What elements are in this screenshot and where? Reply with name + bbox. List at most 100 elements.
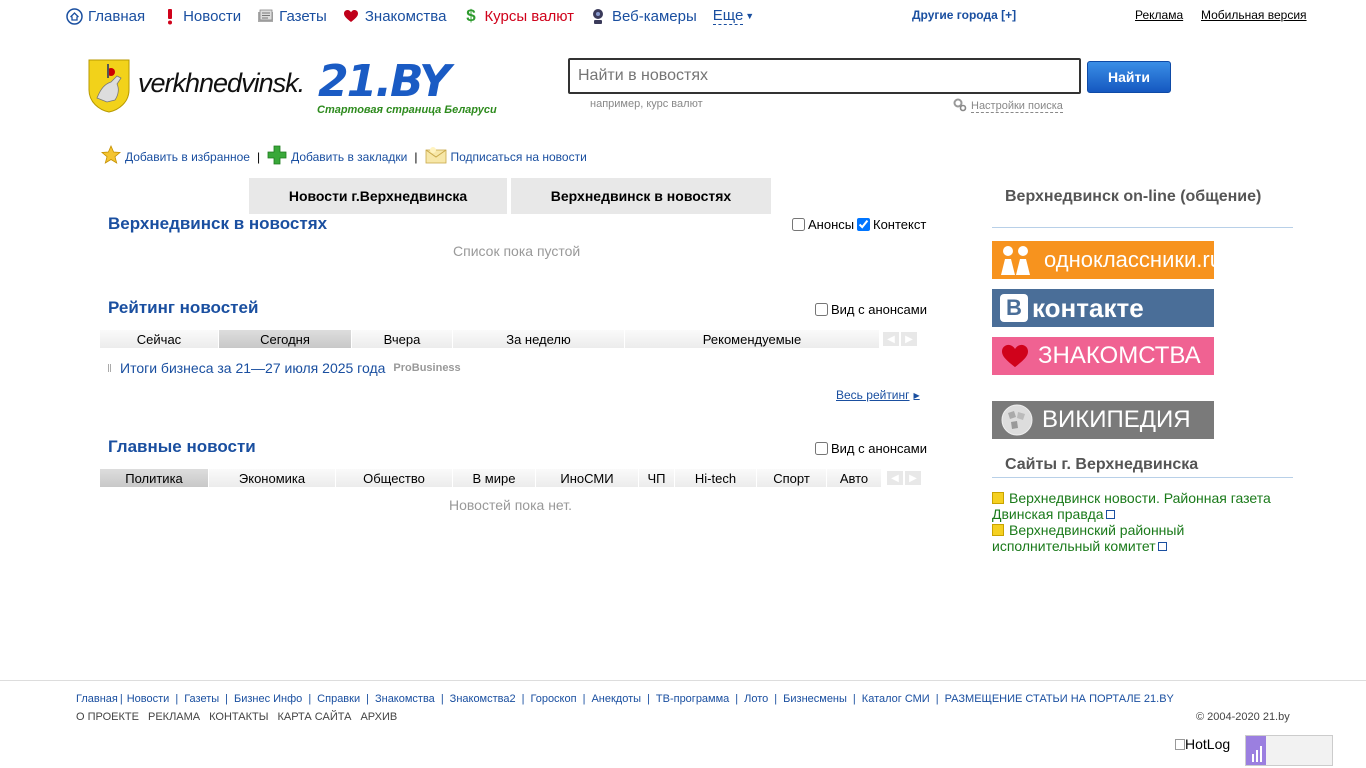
all-rating-link[interactable]: Весь рейтинг ▶ (836, 388, 920, 402)
tab-in-news[interactable]: Верхнедвинск в новостях (511, 178, 771, 214)
rating-tab-week[interactable]: За неделю (453, 330, 625, 348)
footer-link-home[interactable]: Главная (76, 693, 118, 705)
footer-link-place-article[interactable]: РАЗМЕЩЕНИЕ СТАТЬИ НА ПОРТАЛЕ 21.BY (945, 693, 1174, 705)
rating-announcements-checkbox[interactable]: Вид с анонсами (815, 302, 927, 317)
search-settings-link[interactable]: Настройки поиска (953, 98, 1063, 115)
news-tab-hitech[interactable]: Hi-tech (675, 469, 757, 487)
context-checkbox[interactable]: Контекст (857, 217, 926, 232)
arrow-left-icon[interactable]: ◀ (883, 332, 899, 346)
divider (992, 477, 1293, 478)
add-bookmarks-link[interactable]: Добавить в закладки (267, 145, 407, 168)
footer-link-dating[interactable]: Знакомства (375, 693, 435, 705)
search-button[interactable]: Найти (1087, 61, 1171, 93)
brand-logo[interactable]: 21.BY (318, 60, 451, 104)
footer-link-lotto[interactable]: Лото (744, 693, 768, 705)
rating-announcements-label: Вид с анонсами (831, 302, 927, 317)
rating-tabs: Сейчас Сегодня Вчера За неделю Рекоменду… (100, 330, 917, 348)
footer-link-about[interactable]: О ПРОЕКТЕ (76, 711, 139, 723)
subscribe-link[interactable]: Подписаться на новости (425, 146, 587, 167)
nav-dating[interactable]: Знакомства (343, 8, 446, 25)
footer-links: Главная | Новости | Газеты | Бизнес Инфо | С… (76, 693, 1174, 705)
mobile-version-link[interactable]: Мобильная версия (1201, 8, 1307, 22)
copyright: © 2004-2020 21.by (1196, 711, 1290, 723)
context-check[interactable] (857, 218, 870, 231)
announcements-check[interactable] (792, 218, 805, 231)
other-cities-link[interactable]: Другие города [+] (912, 8, 1016, 22)
rating-item-link[interactable]: Итоги бизнеса за 21—27 июля 2025 года (120, 360, 385, 376)
odnoklassniki-banner[interactable]: одноклассники.ru (992, 241, 1222, 279)
footer-link-contacts[interactable]: КОНТАКТЫ (209, 711, 268, 723)
heart-icon (343, 8, 360, 25)
external-link-icon (1157, 542, 1167, 551)
odnoklassniki-icon (996, 243, 1036, 277)
nav-newspapers-label: Газеты (279, 7, 327, 25)
announcements-checkbox[interactable]: Анонсы (792, 217, 854, 232)
footer-link-sitemap[interactable]: КАРТА САЙТА (277, 711, 351, 723)
stats-counter[interactable] (1245, 735, 1333, 766)
wikipedia-banner[interactable]: ВИКИПЕДИЯ (992, 401, 1214, 439)
add-favorites-label: Добавить в избранное (125, 149, 250, 164)
nav-webcams-label: Веб-камеры (611, 7, 697, 25)
rating-tab-now[interactable]: Сейчас (100, 330, 219, 348)
main-news-title[interactable]: Главные новости (108, 437, 256, 457)
footer-link-tv[interactable]: ТВ-программа (656, 693, 729, 705)
ads-link[interactable]: Реклама (1135, 8, 1183, 22)
arrow-left-icon[interactable]: ◀ (887, 471, 903, 485)
footer-link-media-catalog[interactable]: Каталог СМИ (862, 693, 930, 705)
search-input[interactable] (568, 58, 1081, 94)
site-name[interactable]: verkhnedvinsk. (138, 68, 305, 99)
vkontakte-banner[interactable]: B контакте (992, 289, 1214, 327)
rating-announcements-check[interactable] (815, 303, 828, 316)
main-news-announcements-check[interactable] (815, 442, 828, 455)
main-news-announcements-checkbox[interactable]: Вид с анонсами (815, 441, 927, 456)
arrow-right-icon[interactable]: ▶ (905, 471, 921, 485)
hotlog-counter[interactable]: HotLog (1175, 736, 1230, 752)
rating-tab-recommended[interactable]: Рекомендуемые (625, 330, 880, 348)
footer-link-horoscope[interactable]: Гороскоп (530, 693, 576, 705)
nav-more[interactable]: Еще ▼ (712, 7, 755, 25)
footer-link-dating2[interactable]: Знакомства2 (450, 693, 516, 705)
nav-currency[interactable]: $ Курсы валют (462, 6, 574, 25)
news-tab-politics[interactable]: Политика (100, 469, 209, 487)
wikipedia-label: ВИКИПЕДИЯ (1042, 406, 1191, 433)
all-rating-label: Весь рейтинг (836, 388, 910, 402)
add-bookmarks-label: Добавить в закладки (291, 149, 408, 164)
footer-link-ads[interactable]: РЕКЛАМА (148, 711, 200, 723)
nav-newspapers[interactable]: Газеты (257, 8, 327, 25)
footer-link-archive[interactable]: АРХИВ (360, 711, 397, 723)
nav-home[interactable]: Главная (66, 8, 145, 25)
exclamation-icon (161, 8, 178, 25)
footer-link-news[interactable]: Новости (127, 693, 170, 705)
site-link-newspaper[interactable]: Верхнедвинск новости. Районная газета Дв… (992, 490, 1292, 522)
news-tab-auto[interactable]: Авто (827, 469, 882, 487)
rating-title[interactable]: Рейтинг новостей (108, 298, 258, 318)
add-favorites-link[interactable]: Добавить в избранное (100, 144, 250, 168)
coat-of-arms-icon (992, 492, 1004, 504)
news-tab-economy[interactable]: Экономика (209, 469, 336, 487)
news-tab-world[interactable]: В мире (453, 469, 536, 487)
site-link-executive-committee[interactable]: Верхнедвинский районный исполнительный к… (992, 522, 1292, 554)
footer-link-reference[interactable]: Справки (317, 693, 360, 705)
footer-link-jokes[interactable]: Анекдоты (591, 693, 641, 705)
news-tab-sport[interactable]: Спорт (757, 469, 827, 487)
rating-tab-today[interactable]: Сегодня (219, 330, 352, 348)
news-tab-society[interactable]: Общество (336, 469, 453, 487)
hotlog-label: HotLog (1185, 736, 1231, 752)
footer-link-business-info[interactable]: Бизнес Инфо (234, 693, 302, 705)
nav-news[interactable]: Новости (161, 8, 241, 25)
news-tab-emergency[interactable]: ЧП (639, 469, 675, 487)
footer-link-newspapers[interactable]: Газеты (184, 693, 219, 705)
tab-city-news[interactable]: Новости г.Верхнедвинска (249, 178, 507, 214)
news-tab-inosmi[interactable]: ИноСМИ (536, 469, 639, 487)
dating-banner[interactable]: ЗНАКОМСТВА (992, 337, 1214, 375)
in-news-title[interactable]: Верхнедвинск в новостях (108, 214, 327, 234)
chevron-down-icon: ▼ (745, 11, 755, 21)
nav-webcams[interactable]: Веб-камеры (590, 8, 697, 25)
rating-item-source: ProBusiness (393, 362, 461, 374)
arrow-right-icon[interactable]: ▶ (901, 332, 917, 346)
context-label: Контекст (873, 217, 927, 232)
site-link-executive-committee-label: Верхнедвинский районный исполнительный к… (992, 522, 1185, 554)
rating-tab-yesterday[interactable]: Вчера (352, 330, 453, 348)
footer-link-businessmen[interactable]: Бизнесмены (783, 693, 847, 705)
broken-image-icon (1175, 739, 1185, 750)
